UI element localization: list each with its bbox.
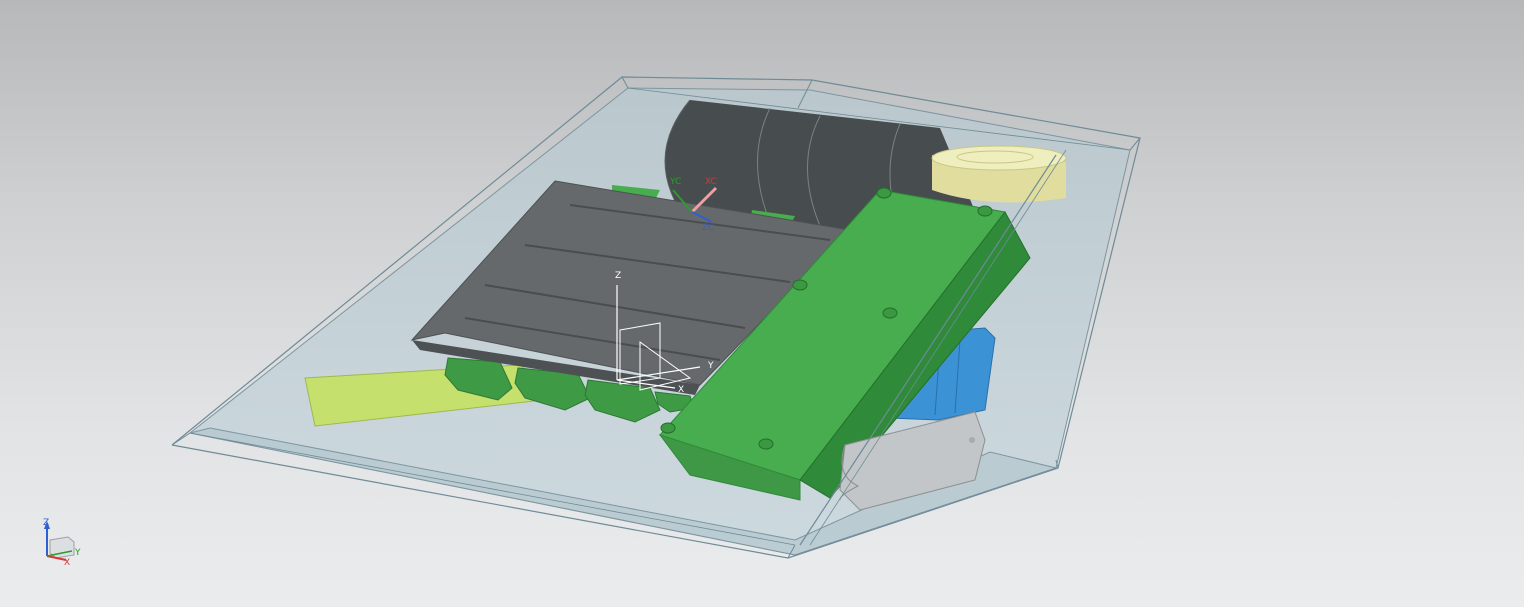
wcs-xc-label: XC xyxy=(705,177,717,187)
yellow-cylinder-part[interactable] xyxy=(931,145,1067,203)
datum-x-label: X xyxy=(678,385,684,395)
triad-x-label: X xyxy=(64,558,70,568)
wcs-yc-label: YC xyxy=(669,177,681,187)
cad-model-viewport[interactable]: Z Y X YC XC ZC Z Y X xyxy=(0,0,1524,607)
datum-y-label: Y xyxy=(707,361,714,371)
datum-z-label: Z xyxy=(615,271,621,281)
triad-y-label: Y xyxy=(74,548,81,558)
graphics-window[interactable]: Z Y X YC XC ZC Z Y X xyxy=(0,0,1524,607)
view-triad[interactable]: Z Y X xyxy=(43,518,81,568)
wcs-zc-label: ZC xyxy=(702,223,714,233)
triad-z-label: Z xyxy=(43,518,49,528)
